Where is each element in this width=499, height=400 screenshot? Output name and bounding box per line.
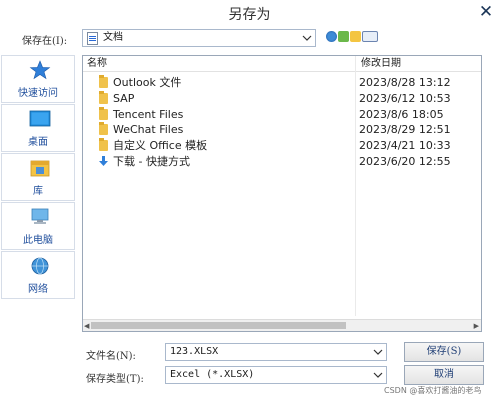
download-shortcut-icon [99,156,108,166]
view-menu-icon[interactable] [362,31,378,42]
filename-value: 123.XLSX [170,346,219,357]
computer-icon [31,208,49,224]
filetype-label: 保存类型(T): [86,374,144,385]
file-date: 2023/8/28 13:12 [359,76,451,89]
places-bar: 快速访问 桌面 库 此电脑 网络 [0,55,76,299]
file-date: 2023/8/29 12:51 [359,123,451,136]
filename-label: 文件名(N): [86,351,136,362]
save-as-dialog: 另存为 ✕ 保存在(I): 文档 快速访问 桌面 库 此电脑 网络 名称 修改日… [0,0,499,400]
place-label: 网络 [28,284,48,295]
dialog-title: 另存为 [228,7,271,23]
place-library[interactable]: 库 [1,153,75,201]
place-network[interactable]: 网络 [1,251,75,299]
file-name: SAP [113,92,135,105]
folder-icon [99,91,108,104]
place-label: 桌面 [28,137,48,148]
filetype-value: Excel (*.XLSX) [170,369,255,380]
library-icon [30,160,50,177]
documents-folder-icon [87,32,98,45]
file-name: WeChat Files [113,123,184,136]
file-name: Tencent Files [113,108,184,121]
column-header-name[interactable]: 名称 [87,56,107,72]
folder-icon [99,107,108,120]
place-desktop[interactable]: 桌面 [1,104,75,152]
place-label: 快速访问 [18,88,58,99]
list-item[interactable]: 自定义 Office 模板 2023/4/21 10:33 [99,138,479,153]
save-in-dropdown[interactable]: 文档 [82,29,316,47]
toolbar-icons [326,31,378,43]
chevron-down-icon[interactable] [373,371,383,379]
back-icon[interactable] [326,31,337,42]
folder-icon [99,75,108,88]
column-header-date[interactable]: 修改日期 [361,56,401,72]
file-list[interactable]: 名称 修改日期 Outlook 文件 2023/8/28 13:12 SAP 2… [82,55,482,332]
chevron-down-icon [302,35,312,41]
file-date: 2023/6/20 12:55 [359,155,451,168]
filetype-dropdown[interactable]: Excel (*.XLSX) [165,366,387,384]
network-icon [31,257,49,275]
scroll-right-icon[interactable]: ▶ [474,322,479,330]
close-icon[interactable]: ✕ [477,3,495,21]
new-folder-icon[interactable] [350,31,361,42]
save-in-value: 文档 [103,32,123,43]
file-name: 自定义 Office 模板 [113,139,208,152]
list-item[interactable]: WeChat Files 2023/8/29 12:51 [99,122,479,137]
place-label: 此电脑 [23,235,53,246]
horizontal-scrollbar[interactable]: ◀ ▶ [83,319,481,331]
desktop-icon [29,110,51,127]
list-item[interactable]: Outlook 文件 2023/8/28 13:12 [99,75,479,90]
scroll-left-icon[interactable]: ◀ [84,322,89,330]
file-name: 下载 - 快捷方式 [113,155,190,168]
file-name: Outlook 文件 [113,76,182,89]
file-date: 2023/6/12 10:53 [359,92,451,105]
list-item[interactable]: Tencent Files 2023/8/6 18:05 [99,107,479,122]
place-this-pc[interactable]: 此电脑 [1,202,75,250]
watermark: CSDN @喜欢打酱油的老鸟 [384,386,482,395]
save-in-label: 保存在(I): [22,36,68,47]
place-label: 库 [33,186,43,197]
filename-input[interactable]: 123.XLSX [165,343,387,361]
list-item[interactable]: 下载 - 快捷方式 2023/6/20 12:55 [99,154,479,169]
cancel-button[interactable]: 取消 [404,365,484,385]
folder-icon [99,138,108,151]
file-date: 2023/4/21 10:33 [359,139,451,152]
save-button[interactable]: 保存(S) [404,342,484,362]
chevron-down-icon[interactable] [373,348,383,356]
up-folder-icon[interactable] [338,31,349,42]
list-item[interactable]: SAP 2023/6/12 10:53 [99,91,479,106]
file-date: 2023/8/6 18:05 [359,108,444,121]
list-header: 名称 修改日期 [83,56,481,72]
star-icon [29,60,51,80]
folder-icon [99,122,108,135]
place-quick-access[interactable]: 快速访问 [1,55,75,103]
scroll-thumb[interactable] [91,322,346,329]
